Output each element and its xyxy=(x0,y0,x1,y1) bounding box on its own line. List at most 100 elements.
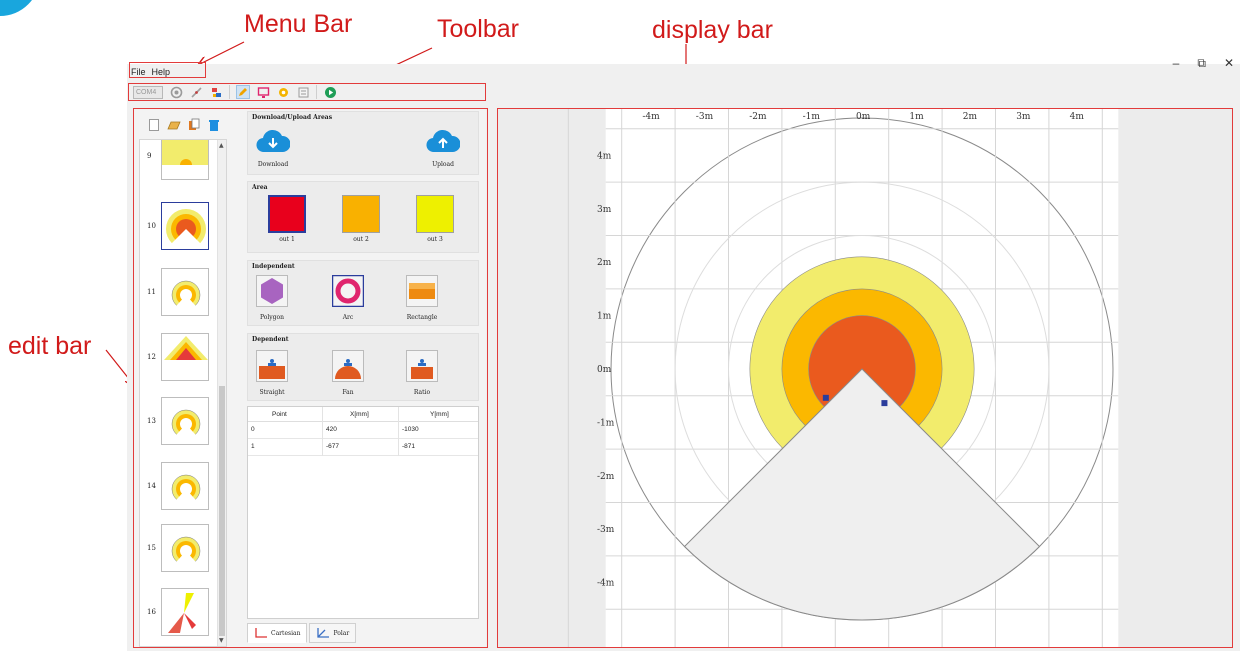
new-area-icon[interactable] xyxy=(147,117,161,131)
disconnect-icon[interactable] xyxy=(189,85,203,99)
thumbnail-item[interactable]: 10 xyxy=(140,198,220,254)
scroll-thumb[interactable] xyxy=(219,386,225,636)
thumbnail-item[interactable]: 14 xyxy=(140,458,220,514)
arc-icon xyxy=(331,274,365,308)
rectangle-icon xyxy=(406,275,438,307)
column-divider xyxy=(322,407,323,456)
cell-point: 1 xyxy=(251,443,255,450)
thumbnail-scrollbar[interactable]: ▲ ▼ xyxy=(217,140,226,646)
thumbnail-preview xyxy=(161,140,209,180)
y-tick-label: 2m xyxy=(597,258,612,268)
fan-button[interactable]: Fan xyxy=(332,350,364,396)
thumbnail-item[interactable]: 16 xyxy=(140,584,220,640)
scroll-up-arrow[interactable]: ▲ xyxy=(219,142,224,149)
annotation-toolbar: Toolbar xyxy=(437,15,519,43)
port-select[interactable]: COM4 xyxy=(133,85,163,99)
thumbnail-item[interactable]: 12 xyxy=(140,329,220,385)
monitor-icon[interactable] xyxy=(256,85,270,99)
download-button[interactable]: Download xyxy=(256,128,291,168)
menu-file[interactable]: File xyxy=(131,64,146,80)
close-button[interactable]: ✕ xyxy=(1224,56,1234,71)
y-tick-label: 3m xyxy=(597,205,612,215)
table-row[interactable]: 0 420 -1030 xyxy=(248,422,478,439)
thumbnail-item[interactable]: 11 xyxy=(140,264,220,320)
toolbar-separator xyxy=(229,85,230,99)
open-area-icon[interactable] xyxy=(167,117,181,131)
column-divider xyxy=(398,407,399,456)
y-tick-label: -4m xyxy=(597,579,615,589)
points-table: Point X[mm] Y[mm] 0 420 -1030 1 -677 -87… xyxy=(247,406,479,619)
area-plot[interactable]: -4m -3m -2m -1m 0m 1m 2m 3m 4m 4m 3m 2m 1m 0m -1m -2m -3… xyxy=(498,109,1232,647)
table-row[interactable]: 1 -677 -871 xyxy=(248,439,478,456)
tool-panel: Download/Upload Areas Download Upload Ar… xyxy=(244,109,484,647)
ratio-button[interactable]: Ratio xyxy=(406,350,438,396)
ratio-icon xyxy=(406,350,438,382)
thumbnail-preview xyxy=(161,588,209,636)
cell-x[interactable]: -677 xyxy=(326,439,339,454)
points-table-header: Point X[mm] Y[mm] xyxy=(248,407,478,422)
restore-button[interactable]: ⧉ xyxy=(1197,56,1206,71)
polygon-button[interactable]: Polygon xyxy=(256,275,288,321)
x-tick-label: 4m xyxy=(1070,112,1085,122)
thumbnail-preview xyxy=(161,397,209,445)
x-tick-label: -2m xyxy=(749,112,767,122)
run-play-icon[interactable] xyxy=(323,85,337,99)
menu-help[interactable]: Help xyxy=(152,64,171,80)
arc-button[interactable]: Arc xyxy=(331,274,365,321)
thumbnail-preview xyxy=(161,333,209,381)
out1-swatch xyxy=(268,195,306,233)
edit-mode-icon[interactable] xyxy=(236,85,250,99)
rectangle-button[interactable]: Rectangle xyxy=(406,275,438,321)
device-icon[interactable] xyxy=(209,85,223,99)
tab-polar[interactable]: Polar xyxy=(309,623,357,643)
cloud-download-icon xyxy=(256,129,291,153)
x-tick-label: -3m xyxy=(696,112,714,122)
area-out2-button[interactable]: out 2 xyxy=(342,195,380,243)
independent-group: Independent Polygon Arc Rectangle xyxy=(247,260,479,326)
upload-button[interactable]: Upload xyxy=(426,128,461,168)
menu-bar: File Help xyxy=(127,64,170,80)
y-tick-label: 0m xyxy=(597,365,612,375)
thumbnail-item[interactable]: 15 xyxy=(140,520,220,576)
y-tick-label: 1m xyxy=(597,312,612,322)
tab-cartesian[interactable]: Cartesian xyxy=(247,623,308,643)
area-out3-button[interactable]: out 3 xyxy=(416,195,454,243)
x-tick-label: 1m xyxy=(909,112,924,122)
x-tick-label: 0m xyxy=(856,112,871,122)
thumbnail-item[interactable]: 13 xyxy=(140,393,220,449)
cartesian-axis-icon xyxy=(255,628,267,638)
log-icon[interactable] xyxy=(296,85,310,99)
thumbnail-tools xyxy=(147,117,221,131)
straight-button[interactable]: Straight xyxy=(256,350,288,396)
annotation-edit-bar: edit bar xyxy=(8,332,92,360)
connect-icon[interactable] xyxy=(169,85,183,99)
area-out1-button[interactable]: out 1 xyxy=(268,195,306,243)
cell-x[interactable]: 420 xyxy=(326,422,337,437)
annotation-menu-bar: Menu Bar xyxy=(244,10,353,38)
y-tick-label: 4m xyxy=(597,151,612,161)
scroll-down-arrow[interactable]: ▼ xyxy=(219,637,224,644)
thumbnail-list: 9 10 11 12 13 14 15 16 ▲ ▼ xyxy=(139,139,227,647)
polygon-icon xyxy=(256,275,288,307)
fan-icon xyxy=(332,350,364,382)
delete-area-icon[interactable] xyxy=(207,117,221,131)
toolbar-separator xyxy=(316,85,317,99)
coordinate-tabs: Cartesian Polar xyxy=(247,623,357,643)
cell-y[interactable]: -1030 xyxy=(402,422,419,437)
x-tick-label: -1m xyxy=(803,112,821,122)
thumbnail-item[interactable]: 9 xyxy=(140,140,220,184)
minimize-button[interactable]: – xyxy=(1173,56,1180,71)
copy-area-icon[interactable] xyxy=(187,117,201,131)
edit-bar: 9 10 11 12 13 14 15 16 ▲ ▼ Download/Uplo… xyxy=(133,109,486,647)
straight-icon xyxy=(256,350,288,382)
cell-y[interactable]: -871 xyxy=(402,439,415,454)
thumbnail-preview xyxy=(161,524,209,572)
out2-swatch xyxy=(342,195,380,233)
dependent-group: Dependent Straight Fan Ratio xyxy=(247,333,479,401)
x-tick-label: 2m xyxy=(963,112,978,122)
point-marker xyxy=(822,394,829,401)
download-upload-group: Download/Upload Areas Download Upload xyxy=(247,111,479,175)
window-controls: – ⧉ ✕ xyxy=(1173,56,1234,71)
x-tick-label: 3m xyxy=(1016,112,1031,122)
settings-gear-icon[interactable] xyxy=(276,85,290,99)
